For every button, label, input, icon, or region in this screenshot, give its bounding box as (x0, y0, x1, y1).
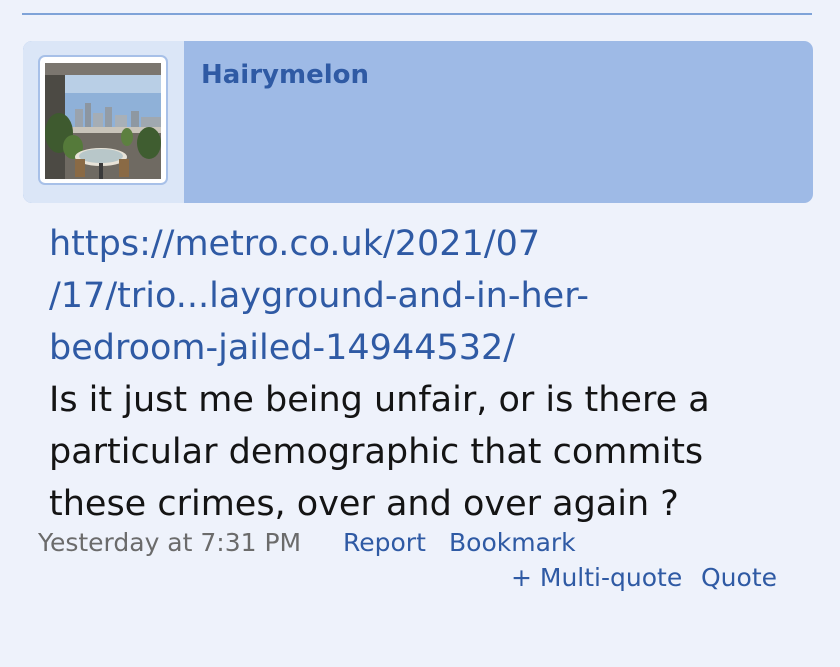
post-user-header: Hairymelon (23, 41, 813, 203)
avatar[interactable] (38, 55, 168, 185)
message-text-line-3: these crimes, over and over again ? (49, 484, 679, 524)
top-divider (22, 13, 812, 15)
forum-post: Hairymelon https://metro.co.uk/2021/07 /… (23, 41, 813, 524)
balcony-photo-icon (45, 63, 161, 179)
article-link-line-3: bedroom-jailed-14944532/ (49, 328, 516, 368)
article-link-line-2: /17/trio...layground-and-in-her- (49, 276, 589, 316)
post-message: https://metro.co.uk/2021/07 /17/trio...l… (49, 218, 789, 530)
multi-quote-link[interactable]: + Multi-quote (511, 563, 682, 592)
message-text-line-1: Is it just me being unfair, or is there … (49, 380, 710, 420)
article-link[interactable]: https://metro.co.uk/2021/07 /17/trio...l… (49, 218, 789, 374)
article-link-line-1: https://metro.co.uk/2021/07 (49, 224, 541, 264)
message-text-line-2: particular demographic that commits (49, 432, 704, 472)
report-link[interactable]: Report (343, 528, 426, 557)
bookmark-link[interactable]: Bookmark (449, 528, 576, 557)
quote-link[interactable]: Quote (701, 563, 777, 592)
username-link[interactable]: Hairymelon (201, 60, 369, 90)
post-timestamp[interactable]: Yesterday at 7:31 PM (38, 528, 301, 557)
avatar-cell (23, 41, 184, 203)
